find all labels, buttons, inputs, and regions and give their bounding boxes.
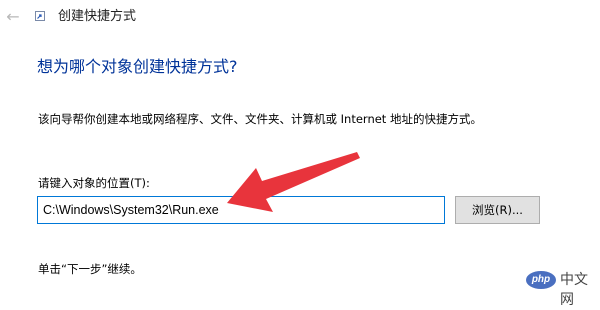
window-title: 创建快捷方式 — [58, 9, 137, 24]
location-label: 请键入对象的位置(T): — [38, 176, 150, 190]
shortcut-wizard-icon — [35, 11, 45, 21]
back-arrow-icon[interactable]: ← — [4, 8, 22, 26]
watermark-text: 中文网 — [560, 272, 588, 308]
location-input[interactable] — [37, 196, 445, 224]
browse-button[interactable]: 浏览(R)... — [455, 196, 540, 224]
watermark-logo: php 中文网 — [526, 270, 598, 308]
next-step-hint: 单击“下一步”继续。 — [38, 262, 142, 276]
wizard-heading: 想为哪个对象创建快捷方式? — [37, 57, 238, 76]
watermark-badge: php — [526, 271, 556, 289]
title-bar: ← 创建快捷方式 — [0, 0, 600, 34]
wizard-description: 该向导帮你创建本地或网络程序、文件、文件夹、计算机或 Internet 地址的快… — [38, 112, 482, 126]
red-arrow-annotation — [227, 152, 360, 212]
